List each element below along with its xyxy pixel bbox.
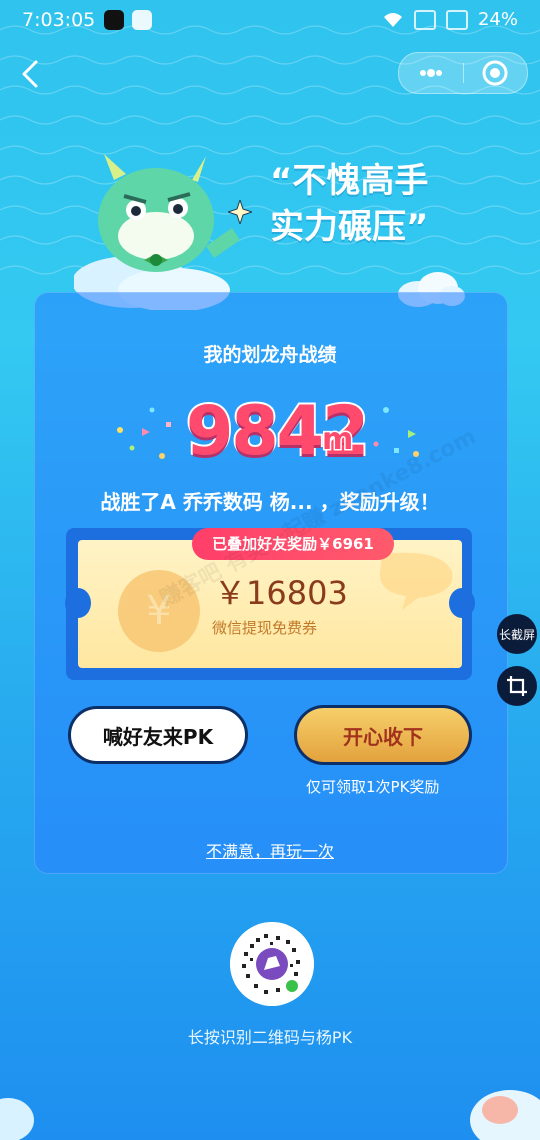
limit-note: 仅可领取1次PK奖励: [306, 778, 440, 796]
wifi-icon: [383, 12, 402, 27]
score-display: 9842 m: [184, 390, 371, 473]
status-bar: 7:03:05 24%: [0, 0, 540, 42]
app-notification-icon: [132, 10, 152, 30]
confetti-left-icon: [117, 407, 171, 459]
dragon-mascot-icon: [74, 154, 240, 310]
cloud-corner-right-icon: [470, 1090, 540, 1140]
back-arrow-icon[interactable]: [16, 56, 44, 92]
battery-level: 24%: [477, 9, 518, 30]
headline: “不愧高手 实力碾压”: [270, 158, 490, 250]
capsule-divider: [463, 63, 464, 83]
invite-pk-button[interactable]: 喊好友来PK: [68, 706, 248, 764]
long-screenshot-button[interactable]: 长截屏: [497, 614, 537, 654]
mini-program-capsule: [398, 52, 528, 94]
win-message: 战胜了A 乔乔数码 杨... ，奖励升级！: [100, 490, 440, 514]
headline-line-1: “不愧高手: [270, 161, 429, 201]
ticket-notch-left: [65, 588, 91, 618]
more-dots-icon[interactable]: [417, 59, 445, 87]
qr-caption: 长按识别二维码与杨PK: [187, 1028, 353, 1047]
accept-reward-button[interactable]: 开心收下: [294, 705, 472, 765]
crop-button[interactable]: [497, 666, 537, 706]
card-title: 我的划龙舟战绩: [203, 344, 337, 366]
sparkle-icon: [228, 200, 252, 224]
score-unit: m: [320, 421, 354, 459]
sim2-icon: [445, 9, 468, 30]
sim-icon: [413, 9, 436, 30]
voucher-label: 微信提现免费券: [212, 619, 318, 637]
close-miniprogram-icon[interactable]: [482, 60, 508, 86]
tiktok-icon: [104, 10, 124, 30]
headline-line-2: 实力碾压”: [270, 207, 429, 247]
status-time: 7:03:05: [22, 9, 96, 31]
cloud-corner-left-icon: [0, 1098, 34, 1140]
crop-icon: [507, 676, 527, 696]
retry-link[interactable]: 不满意，再玩一次: [0, 838, 540, 862]
qr-code[interactable]: [230, 922, 314, 1006]
